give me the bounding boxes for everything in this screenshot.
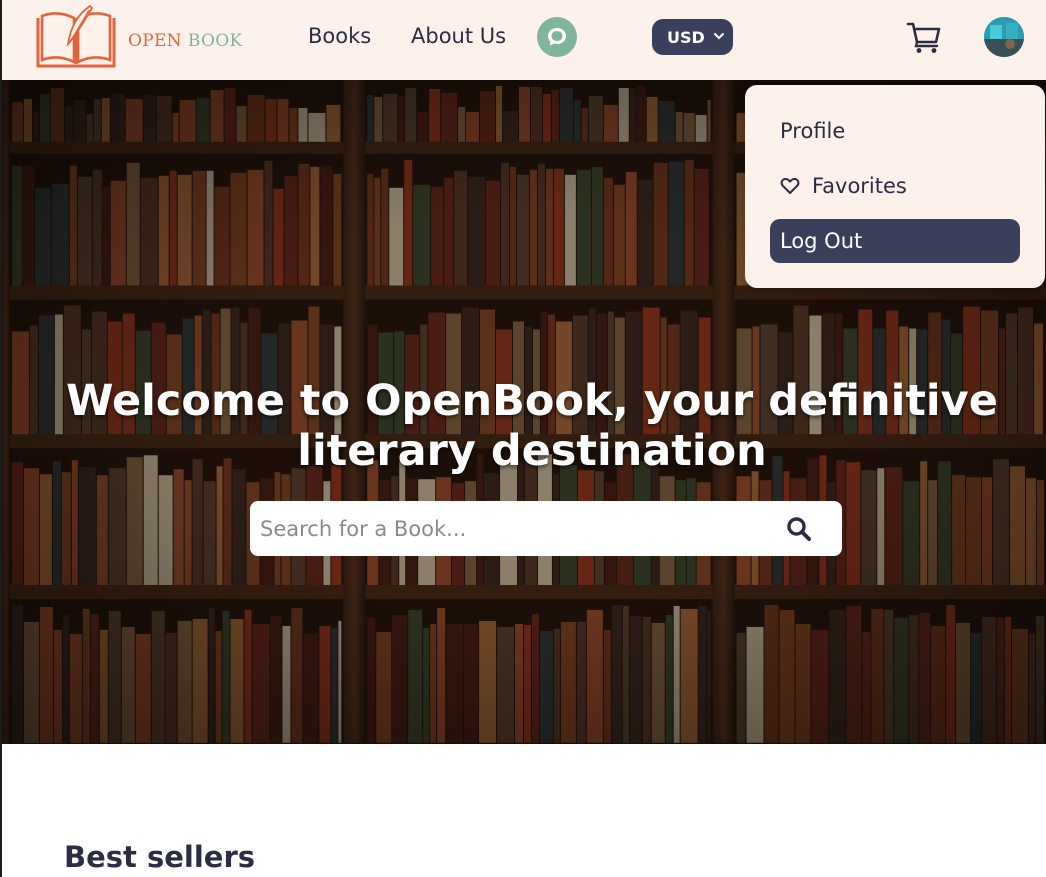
search-bar — [250, 501, 842, 556]
user-dropdown-menu: Profile Favorites Log Out — [745, 85, 1045, 288]
chat-bubble-icon — [548, 28, 566, 46]
cart-icon[interactable] — [906, 20, 942, 54]
menu-item-profile[interactable]: Profile — [770, 109, 1020, 153]
menu-item-logout-label: Log Out — [780, 229, 863, 253]
menu-item-favorites-label: Favorites — [812, 174, 907, 198]
hero-title-prefix: Welcome to — [66, 376, 365, 426]
nav-books-link[interactable]: Books — [308, 24, 371, 48]
brand-open-text: OPEN — [128, 31, 182, 51]
search-input[interactable] — [260, 508, 770, 549]
chevron-down-icon — [714, 33, 724, 40]
avatar-image — [984, 17, 1024, 57]
brand-book-text: BOOK — [187, 31, 243, 51]
menu-item-favorites[interactable]: Favorites — [770, 164, 1020, 208]
nav-about-link[interactable]: About Us — [411, 24, 506, 48]
brand-logo[interactable]: OPEN BOOK — [32, 4, 242, 70]
menu-item-profile-label: Profile — [780, 119, 846, 143]
brand-name: OPEN BOOK — [128, 31, 242, 51]
main-content: Best sellers — [0, 744, 1046, 877]
top-navbar: OPEN BOOK Books About Us USD — [0, 0, 1046, 80]
search-icon[interactable] — [786, 516, 812, 542]
user-avatar[interactable] — [984, 17, 1024, 57]
menu-item-logout[interactable]: Log Out — [770, 219, 1020, 263]
currency-selected-value: USD — [667, 27, 705, 47]
chat-button[interactable] — [537, 17, 577, 57]
currency-select[interactable]: USD — [652, 19, 733, 55]
best-sellers-heading: Best sellers — [64, 840, 256, 874]
hero-title-brand: OpenBook — [364, 376, 613, 426]
hero-title: Welcome to OpenBook, your definitive lit… — [42, 376, 1022, 476]
book-quill-logo-icon — [36, 4, 116, 68]
heart-icon — [780, 177, 800, 194]
